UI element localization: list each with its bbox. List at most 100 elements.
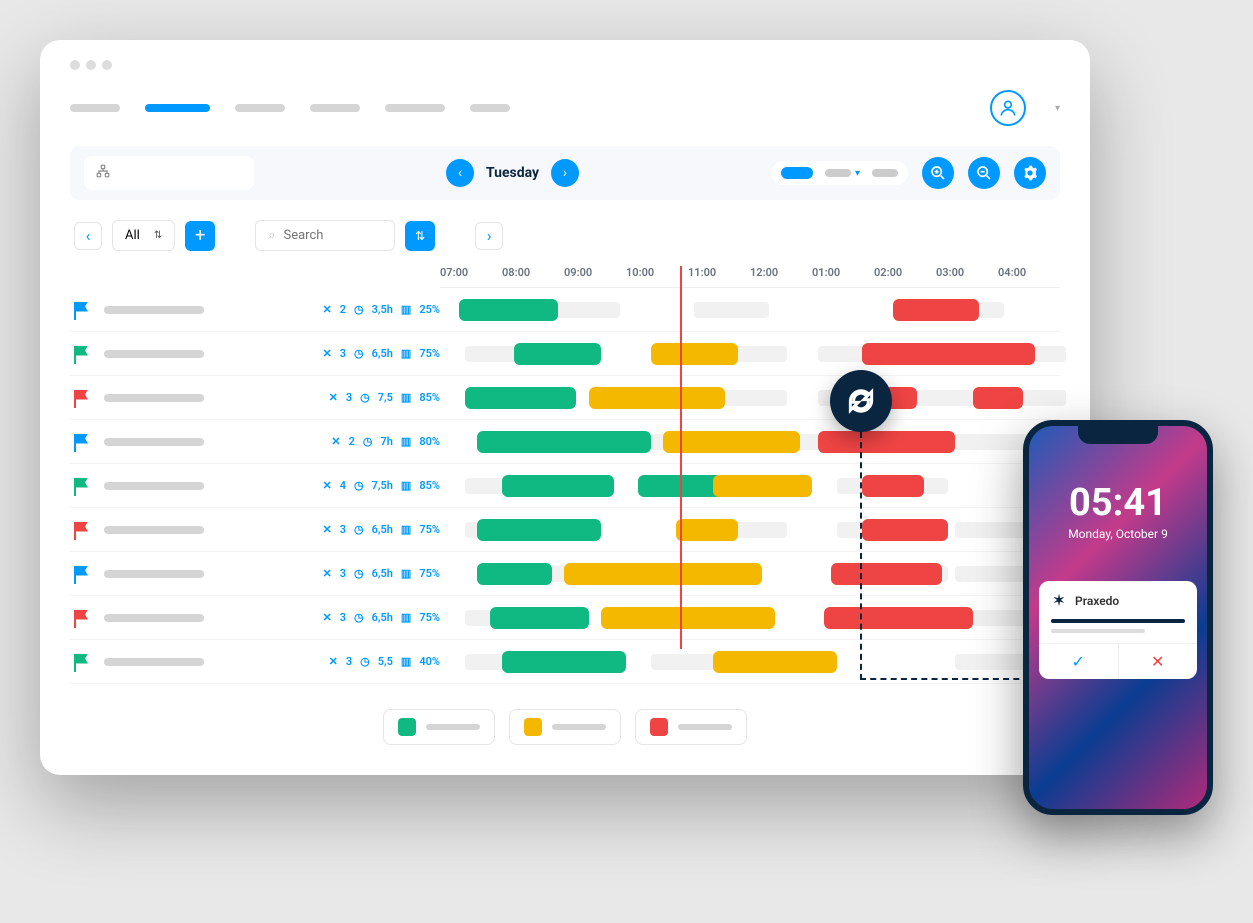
stat-pct: 75% (419, 523, 440, 536)
view-option-2[interactable] (825, 169, 851, 177)
flag-icon (74, 654, 90, 670)
tools-icon: ✕ (322, 567, 331, 580)
close-dot[interactable] (70, 60, 80, 70)
task-bar[interactable] (862, 475, 924, 497)
row-lane[interactable] (440, 552, 1060, 595)
notif-accept-button[interactable]: ✓ (1039, 644, 1118, 679)
view-toggle[interactable]: ▾ (771, 161, 908, 185)
toolbar: ‹ Tuesday › ▾ (70, 146, 1060, 200)
row-lane[interactable] (440, 332, 1060, 375)
schedule-row: ✕4 ◷7,5h ▥85% (70, 464, 1060, 508)
stat-tools: 2 (340, 303, 346, 316)
flag-icon (74, 522, 90, 538)
next-button[interactable]: › (475, 222, 503, 250)
task-bar[interactable] (862, 343, 1036, 365)
tools-icon: ✕ (322, 303, 331, 316)
next-day-button[interactable]: › (551, 159, 579, 187)
stat-hours: 5,5 (378, 655, 393, 668)
time-col: 04:00 (998, 266, 1060, 279)
tools-icon: ✕ (322, 523, 331, 536)
stat-hours: 7,5 (378, 391, 393, 404)
filter-select[interactable]: All ⇅ (112, 220, 175, 251)
add-button[interactable]: + (185, 221, 215, 251)
zoom-out-button[interactable] (968, 157, 1000, 189)
task-bar[interactable] (862, 519, 949, 541)
chart-icon: ▥ (401, 611, 411, 624)
nav-item-1[interactable] (70, 104, 120, 112)
chart-icon: ▥ (401, 391, 411, 404)
row-lane[interactable] (440, 464, 1060, 507)
row-stats: ✕3 ◷5,5 ▥40% (329, 655, 440, 668)
praxedo-logo-icon: ✶ (1051, 593, 1067, 609)
stat-hours: 6,5h (372, 523, 393, 536)
task-bar[interactable] (477, 563, 551, 585)
day-label: Tuesday (486, 165, 539, 181)
task-bar[interactable] (477, 431, 651, 453)
row-lane[interactable] (440, 288, 1060, 331)
user-avatar[interactable] (990, 90, 1026, 126)
task-bar[interactable] (589, 387, 725, 409)
prev-button[interactable]: ‹ (74, 222, 102, 250)
maximize-dot[interactable] (102, 60, 112, 70)
sort-button[interactable]: ⇅ (405, 221, 435, 251)
task-bar[interactable] (713, 475, 812, 497)
task-bar[interactable] (502, 651, 626, 673)
row-info: ✕3 ◷5,5 ▥40% (70, 654, 440, 670)
search-box[interactable]: ⌕ (255, 220, 395, 251)
row-lane[interactable] (440, 508, 1060, 551)
stat-tools: 3 (340, 567, 346, 580)
time-col: 03:00 (936, 266, 998, 279)
task-bar[interactable] (973, 387, 1023, 409)
notif-reject-button[interactable]: ✕ (1118, 644, 1198, 679)
nav-item-5[interactable] (385, 104, 445, 112)
task-bar[interactable] (564, 563, 762, 585)
task-bar[interactable] (459, 299, 558, 321)
prev-day-button[interactable]: ‹ (446, 159, 474, 187)
minimize-dot[interactable] (86, 60, 96, 70)
search-minus-icon (976, 165, 992, 181)
task-bar[interactable] (601, 607, 775, 629)
row-stats: ✕4 ◷7,5h ▥85% (322, 479, 440, 492)
nav-item-3[interactable] (235, 104, 285, 112)
legend-label (552, 724, 606, 730)
flag-icon (74, 478, 90, 494)
task-bar[interactable] (477, 519, 601, 541)
task-bar[interactable] (818, 431, 954, 453)
stat-hours: 6,5h (372, 567, 393, 580)
org-selector[interactable] (84, 156, 254, 190)
time-col: 01:00 (812, 266, 874, 279)
zoom-in-button[interactable] (922, 157, 954, 189)
gear-icon (1022, 165, 1038, 181)
task-bar[interactable] (651, 343, 738, 365)
task-bar[interactable] (502, 475, 614, 497)
task-bar[interactable] (490, 607, 589, 629)
row-lane[interactable] (440, 596, 1060, 639)
nav-item-2[interactable] (145, 104, 210, 112)
task-bar[interactable] (831, 563, 943, 585)
time-col: 11:00 (688, 266, 750, 279)
row-info: ✕3 ◷6,5h ▥75% (70, 566, 440, 582)
row-lane[interactable] (440, 376, 1060, 419)
task-bar[interactable] (893, 299, 980, 321)
task-bar[interactable] (514, 343, 601, 365)
empty-slot[interactable] (694, 302, 768, 318)
task-bar[interactable] (676, 519, 738, 541)
task-bar[interactable] (465, 387, 577, 409)
resource-name (104, 658, 204, 666)
legend-red (635, 709, 747, 745)
view-option-active[interactable] (781, 167, 813, 179)
row-info: ✕3 ◷6,5h ▥75% (70, 346, 440, 362)
nav-item-4[interactable] (310, 104, 360, 112)
nav-item-6[interactable] (470, 104, 510, 112)
notification-card[interactable]: ✶ Praxedo ✓ ✕ (1039, 581, 1197, 679)
task-bar[interactable] (713, 651, 837, 673)
task-bar[interactable] (663, 431, 799, 453)
row-lane[interactable] (440, 420, 1060, 463)
tools-icon: ✕ (329, 655, 338, 668)
task-bar[interactable] (824, 607, 973, 629)
settings-button[interactable] (1014, 157, 1046, 189)
search-input[interactable] (283, 228, 382, 243)
view-option-3[interactable] (872, 169, 898, 177)
row-lane[interactable] (440, 640, 1060, 683)
stat-pct: 80% (419, 435, 440, 448)
